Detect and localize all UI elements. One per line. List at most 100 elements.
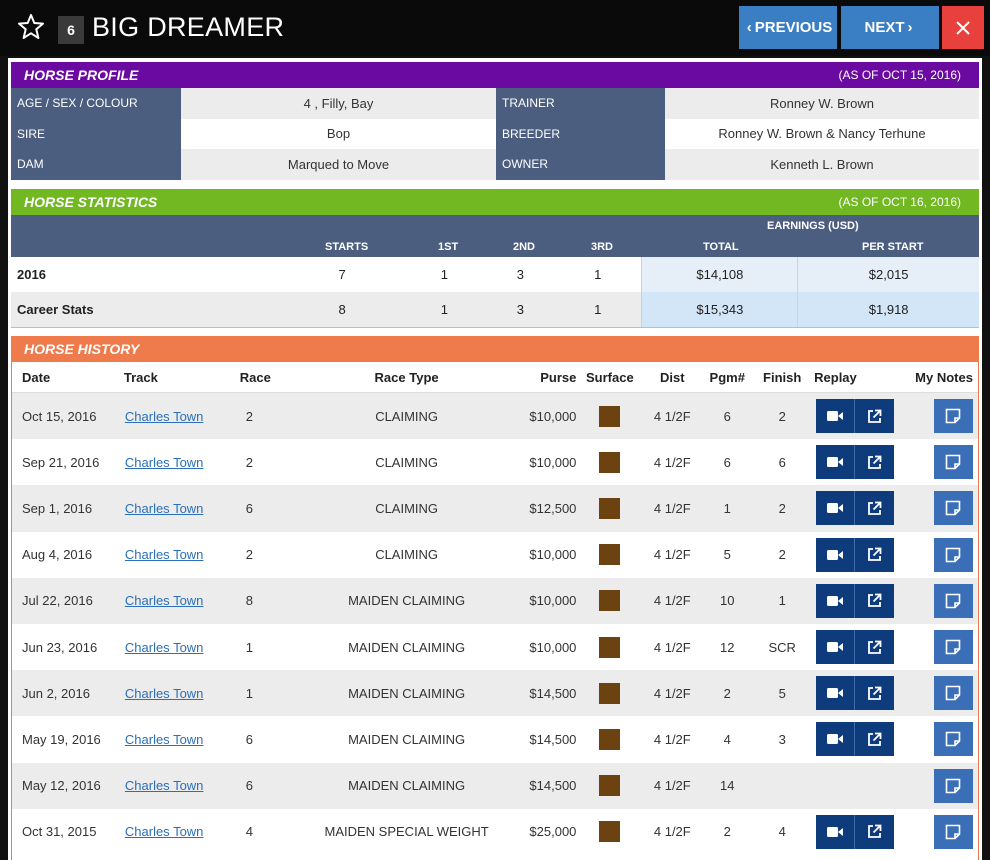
section-title: HORSE PROFILE — [24, 67, 139, 83]
finish-position: 3 — [778, 731, 786, 747]
notes-cell — [897, 491, 978, 526]
earnings-group-label: EARNINGS (USD) — [767, 220, 859, 232]
stat-third: 1 — [594, 302, 602, 317]
race-date: Sep 21, 2016 — [22, 454, 100, 470]
my-notes-button[interactable] — [933, 583, 973, 618]
horse-history-table: Date Track Race Race Type Purse Surface … — [11, 362, 979, 860]
surface-swatch — [599, 682, 621, 704]
video-camera-icon — [827, 687, 844, 699]
external-link-icon — [867, 501, 882, 516]
replay-video-button[interactable] — [816, 399, 856, 434]
profile-value: Ronney W. Brown — [665, 88, 979, 119]
program-number: 2 — [723, 685, 731, 701]
my-notes-button[interactable] — [933, 676, 973, 711]
notes-cell — [897, 445, 978, 480]
statistics-row: 2016 7 1 3 1 $14,108 $2,015 — [11, 257, 979, 292]
replay-popout-button[interactable] — [855, 583, 895, 618]
note-icon — [945, 639, 961, 655]
favorite-star-icon[interactable] — [16, 12, 46, 42]
race-type: MAIDEN CLAIMING — [348, 731, 466, 747]
external-link-icon — [867, 409, 882, 424]
track-link[interactable]: Charles Town — [120, 455, 204, 470]
purse: $10,000 — [529, 454, 577, 470]
track-link[interactable]: Charles Town — [120, 593, 204, 608]
surface-swatch — [599, 728, 621, 750]
replay-video-button[interactable] — [816, 537, 856, 572]
stat-total-earnings: $15,343 — [641, 292, 798, 327]
my-notes-button[interactable] — [933, 491, 973, 526]
note-icon — [945, 731, 961, 747]
surface-swatch — [599, 821, 621, 843]
race-type: CLAIMING — [375, 547, 439, 563]
history-row: Sep 21, 2016 Charles Town 2 CLAIMING $10,000… — [12, 439, 978, 486]
replay-cell — [811, 630, 897, 665]
track-link[interactable]: Charles Town — [120, 732, 204, 747]
replay-video-button[interactable] — [816, 722, 856, 757]
race-number: 4 — [245, 824, 254, 840]
stat-third: 1 — [594, 267, 602, 282]
section-title: HORSE STATISTICS — [24, 194, 158, 210]
my-notes-button[interactable] — [933, 399, 973, 434]
replay-video-button[interactable] — [816, 814, 856, 849]
replay-popout-button[interactable] — [855, 630, 895, 665]
track-link[interactable]: Charles Town — [120, 824, 204, 839]
replay-popout-button[interactable] — [855, 814, 895, 849]
finish-position: 2 — [778, 500, 786, 516]
purse: $10,000 — [529, 408, 577, 424]
statistics-header-row: EARNINGS (USD) STARTS 1ST 2ND 3RD TOTAL … — [11, 215, 979, 257]
note-icon — [945, 547, 961, 563]
surface-swatch — [599, 544, 621, 566]
program-number: 6 — [723, 454, 731, 470]
my-notes-button[interactable] — [933, 445, 973, 480]
history-row: Jun 2, 2016 Charles Town 1 MAIDEN CLAIMING $… — [12, 670, 978, 717]
track-link[interactable]: Charles Town — [120, 640, 204, 655]
replay-popout-button[interactable] — [855, 491, 895, 526]
program-number: 1 — [723, 500, 731, 516]
race-number: 1 — [245, 639, 254, 655]
race-number: 2 — [245, 454, 254, 470]
replay-popout-button[interactable] — [855, 722, 895, 757]
purse: $14,500 — [529, 685, 577, 701]
col-track: Track — [123, 369, 158, 385]
col-second: 2ND — [513, 241, 536, 253]
track-link[interactable]: Charles Town — [120, 778, 204, 793]
track-link[interactable]: Charles Town — [120, 547, 204, 562]
horse-detail-panel: HORSE PROFILE (AS OF OCT 15, 2016) AGE /… — [8, 58, 982, 860]
profile-label: DAM — [11, 149, 181, 180]
replay-video-button[interactable] — [816, 676, 856, 711]
replay-popout-button[interactable] — [855, 537, 895, 572]
replay-video-button[interactable] — [816, 630, 856, 665]
my-notes-button[interactable] — [933, 768, 973, 803]
my-notes-button[interactable] — [933, 814, 973, 849]
next-button-label: NEXT — [864, 19, 905, 36]
my-notes-button[interactable] — [933, 722, 973, 757]
finish-position: 2 — [778, 408, 786, 424]
history-row: Jul 22, 2016 Charles Town 8 MAIDEN CLAIMING… — [12, 577, 978, 624]
replay-video-button[interactable] — [816, 491, 856, 526]
close-button[interactable] — [942, 6, 984, 49]
replay-video-button[interactable] — [816, 445, 856, 480]
col-first: 1ST — [438, 241, 459, 253]
my-notes-button[interactable] — [933, 630, 973, 665]
replay-video-button[interactable] — [816, 583, 856, 618]
video-camera-icon — [827, 595, 844, 607]
chevron-right-icon: › — [907, 19, 913, 36]
my-notes-button[interactable] — [933, 537, 973, 572]
purse: $14,500 — [529, 731, 577, 747]
previous-button[interactable]: ‹ PREVIOUS — [739, 6, 837, 49]
next-button[interactable]: NEXT › — [841, 6, 939, 49]
replay-popout-button[interactable] — [855, 399, 895, 434]
track-link[interactable]: Charles Town — [120, 501, 204, 516]
col-starts: STARTS — [325, 241, 369, 253]
col-dist: Dist — [660, 369, 685, 385]
track-link[interactable]: Charles Town — [120, 686, 204, 701]
history-row: Aug 4, 2016 Charles Town 2 CLAIMING $10,000 4… — [12, 531, 978, 578]
program-number: 12 — [720, 639, 735, 655]
note-icon — [945, 778, 961, 794]
replay-popout-button[interactable] — [855, 445, 895, 480]
history-row: Oct 31, 2015 Charles Town 4 MAIDEN SPECIAL … — [12, 808, 978, 855]
notes-cell — [897, 630, 978, 665]
finish-position: 2 — [778, 547, 786, 563]
track-link[interactable]: Charles Town — [120, 409, 204, 424]
replay-popout-button[interactable] — [855, 676, 895, 711]
